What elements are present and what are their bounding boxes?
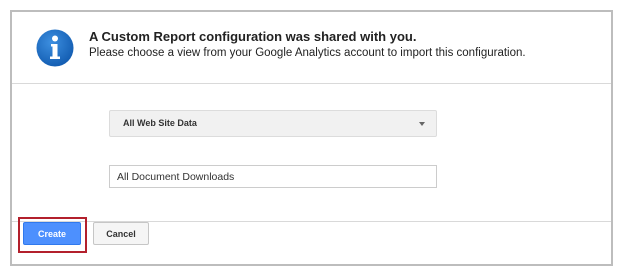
cancel-button[interactable]: Cancel	[93, 222, 149, 245]
view-select-dropdown[interactable]: All Web Site Data	[109, 110, 437, 137]
info-icon	[36, 29, 74, 67]
dialog-subtitle: Please choose a view from your Google An…	[89, 47, 526, 59]
view-select-value: All Web Site Data	[123, 118, 197, 128]
report-name-field[interactable]	[109, 165, 437, 188]
chevron-down-icon	[419, 122, 425, 126]
dialog-header: A Custom Report configuration was shared…	[12, 12, 611, 84]
dialog-title: A Custom Report configuration was shared…	[89, 29, 417, 44]
create-button[interactable]: Create	[23, 222, 81, 245]
